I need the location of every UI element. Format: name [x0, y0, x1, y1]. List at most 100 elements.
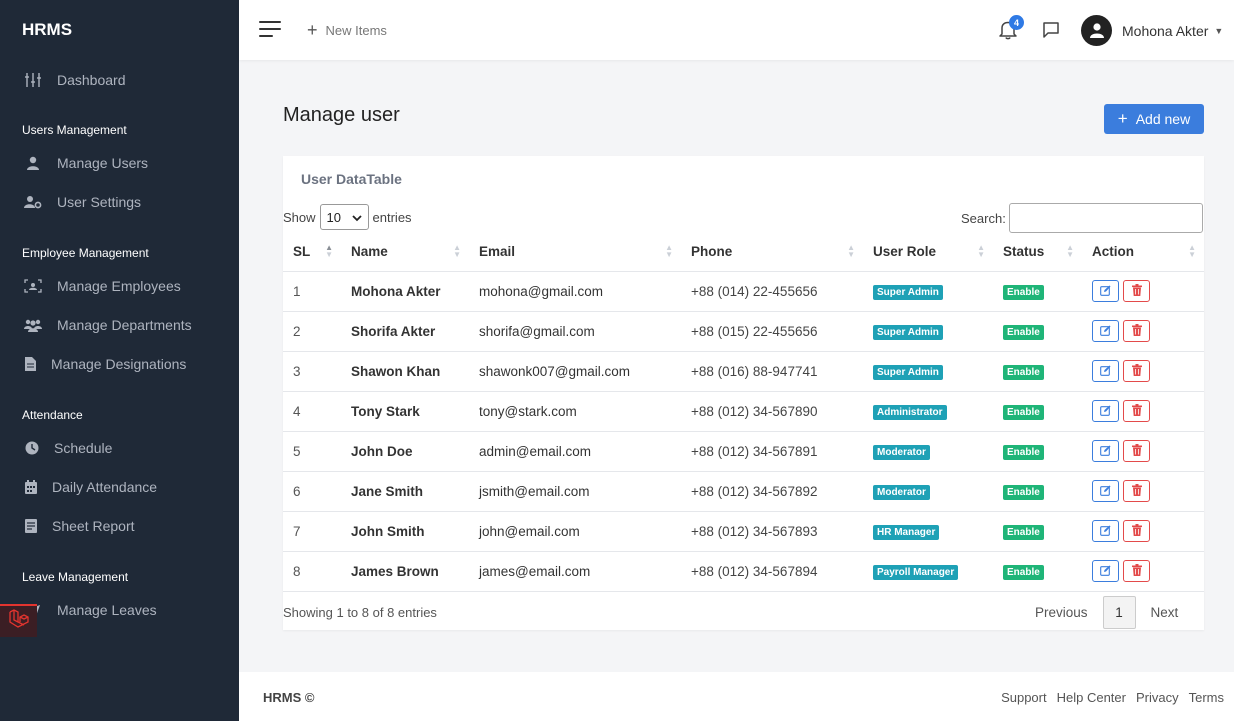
cell-status: Enable [993, 431, 1082, 472]
delete-button[interactable] [1123, 520, 1150, 542]
edit-button[interactable] [1092, 320, 1119, 342]
table-row: 7 John Smith john@email.com +88 (012) 34-56… [283, 511, 1204, 552]
cell-name: Jane Smith [341, 471, 469, 512]
edit-button[interactable] [1092, 440, 1119, 462]
sidebar-item-label: User Settings [57, 194, 142, 210]
table-row: 1 Mohona Akter mohona@gmail.com +88 (014) 2… [283, 271, 1204, 312]
search-input[interactable] [1008, 203, 1203, 233]
column-header-action[interactable]: Action ▲ ▼ [1082, 233, 1204, 272]
sliders-icon [22, 72, 44, 88]
cell-sl: 1 [283, 271, 341, 312]
sidebar-item-user-settings[interactable]: User Settings [22, 194, 141, 210]
delete-button[interactable] [1123, 280, 1150, 302]
show-label: Show [283, 209, 316, 225]
entries-select[interactable]: 10 [319, 204, 369, 230]
edit-button[interactable] [1092, 560, 1119, 582]
sort-icon: ▲ ▼ [453, 243, 461, 259]
user-name: Mohona Akter [1122, 23, 1209, 39]
sidebar-item-manage-departments[interactable]: Manage Departments [22, 317, 192, 333]
cell-sl: 4 [283, 391, 341, 432]
column-header-phone[interactable]: Phone ▲ ▼ [681, 233, 863, 272]
edit-button[interactable] [1092, 400, 1119, 422]
delete-button[interactable] [1123, 360, 1150, 382]
edit-button[interactable] [1092, 280, 1119, 302]
chevron-down-icon [351, 210, 362, 225]
column-header-user-role[interactable]: User Role ▲ ▼ [863, 233, 993, 272]
cell-phone: +88 (015) 22-455656 [681, 311, 863, 352]
table-row: 5 John Doe admin@email.com +88 (012) 34-567… [283, 431, 1204, 472]
report-icon [22, 518, 39, 534]
sidebar-item-dashboard[interactable]: Dashboard [22, 72, 126, 88]
delete-button[interactable] [1123, 560, 1150, 582]
cell-user-role: Super Admin [863, 311, 993, 352]
status-badge: Enable [1003, 524, 1044, 540]
sidebar-item-schedule[interactable]: Schedule [22, 440, 112, 456]
cell-phone: +88 (014) 22-455656 [681, 271, 863, 312]
menu-toggle-icon[interactable] [259, 21, 281, 39]
trash-icon [1131, 283, 1142, 299]
delete-button[interactable] [1123, 440, 1150, 462]
plus-icon: + [1117, 109, 1128, 128]
pagination-next[interactable]: Next [1151, 605, 1179, 620]
chat-icon[interactable] [1042, 21, 1060, 39]
trash-icon [1131, 363, 1142, 379]
sidebar-item-manage-users[interactable]: Manage Users [22, 155, 148, 171]
edit-button[interactable] [1092, 360, 1119, 382]
column-header-name[interactable]: Name ▲ ▼ [341, 233, 469, 272]
edit-icon [1100, 324, 1111, 339]
new-items-button[interactable]: + New Items [307, 21, 387, 39]
column-header-status[interactable]: Status ▲ ▼ [993, 233, 1082, 272]
status-badge: Enable [1003, 404, 1044, 420]
cell-user-role: Moderator [863, 471, 993, 512]
edit-button[interactable] [1092, 480, 1119, 502]
cell-action [1082, 271, 1204, 312]
brand-logo[interactable]: HRMS [22, 20, 72, 40]
new-items-label: New Items [325, 22, 387, 38]
add-new-button[interactable]: + Add new [1104, 104, 1204, 134]
sidebar-item-label: Manage Leaves [57, 602, 157, 618]
column-header-sl[interactable]: SL ▲ ▼ [283, 233, 341, 272]
pagination-previous[interactable]: Previous [1035, 605, 1088, 620]
pagination-page-current[interactable]: 1 [1102, 596, 1136, 629]
status-badge: Enable [1003, 484, 1044, 500]
edit-button[interactable] [1092, 520, 1119, 542]
cell-name: James Brown [341, 551, 469, 592]
cell-email: john@email.com [469, 511, 681, 552]
status-badge: Enable [1003, 364, 1044, 380]
cell-action [1082, 431, 1204, 472]
sidebar-item-daily-attendance[interactable]: Daily Attendance [22, 479, 157, 495]
trash-icon [1131, 403, 1142, 419]
file-icon [22, 356, 38, 372]
edit-icon [1100, 484, 1111, 499]
footer-link-help-center[interactable]: Help Center [1057, 690, 1126, 705]
column-header-email[interactable]: Email ▲ ▼ [469, 233, 681, 272]
cell-sl: 6 [283, 471, 341, 512]
delete-button[interactable] [1123, 320, 1150, 342]
user-menu[interactable]: Mohona Akter ▼ [1122, 23, 1223, 39]
sidebar-item-manage-employees[interactable]: Manage Employees [22, 278, 181, 294]
cell-user-role: HR Manager [863, 511, 993, 552]
footer-link-privacy[interactable]: Privacy [1136, 690, 1179, 705]
role-badge: Administrator [873, 404, 947, 420]
footer-link-support[interactable]: Support [1001, 690, 1047, 705]
role-badge: Moderator [873, 444, 930, 460]
cell-status: Enable [993, 311, 1082, 352]
user-table: SL ▲ ▼ Name ▲ ▼ Email ▲ ▼ Phone ▲ ▼ User Role ▲ ▼ … [283, 233, 1204, 592]
sidebar-item-manage-designations[interactable]: Manage Designations [22, 356, 186, 372]
cell-name: Shawon Khan [341, 351, 469, 392]
table-info: Showing 1 to 8 of 8 entries [283, 605, 437, 620]
avatar[interactable] [1081, 15, 1112, 46]
sidebar-item-sheet-report[interactable]: Sheet Report [22, 518, 135, 534]
cell-action [1082, 311, 1204, 352]
footer-link-terms[interactable]: Terms [1189, 690, 1224, 705]
sidebar-item-manage-leaves[interactable]: Manage Leaves [22, 602, 157, 618]
cell-action [1082, 511, 1204, 552]
laravel-debug-badge[interactable] [0, 604, 37, 637]
cell-email: mohona@gmail.com [469, 271, 681, 312]
cell-phone: +88 (016) 88-947741 [681, 351, 863, 392]
edit-icon [1100, 524, 1111, 539]
delete-button[interactable] [1123, 400, 1150, 422]
trash-icon [1131, 563, 1142, 579]
cell-name: Shorifa Akter [341, 311, 469, 352]
delete-button[interactable] [1123, 480, 1150, 502]
